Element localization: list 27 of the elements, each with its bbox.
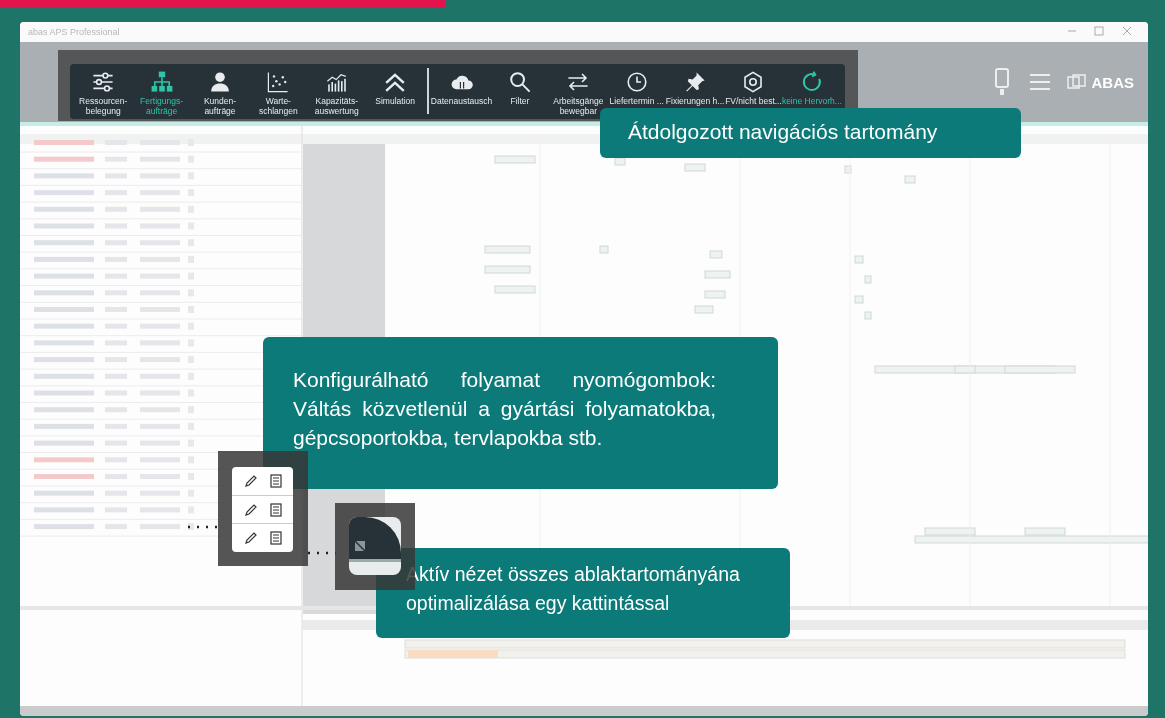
callout-box: Konfigurálható folyamat nyomógombok: Váltás közvetlenül a gyártási folyamatokba, gépcsoportokba, tervlapokba stb. xyxy=(263,337,778,489)
window-title: abas APS Professional xyxy=(28,27,120,37)
toolbar-button[interactable]: Fertigungs- aufträge xyxy=(132,68,191,118)
toolbar-button[interactable]: Kunden- aufträge xyxy=(190,68,250,118)
callout-box: Átdolgozott navigációs tartomány xyxy=(600,108,1021,158)
document-icon[interactable] xyxy=(269,502,282,517)
search-icon xyxy=(507,70,532,94)
toolbar-button[interactable]: Fixierungen h... xyxy=(665,68,725,108)
document-icon[interactable] xyxy=(269,473,282,488)
toolbar-button[interactable]: Warte- schlangen xyxy=(249,68,308,118)
toolbar-button[interactable]: keine Hervorh... xyxy=(782,68,842,108)
sliders-icon xyxy=(91,70,116,94)
toolbar-button[interactable]: Datenaustausch xyxy=(432,68,491,108)
expand-view-tile-icon[interactable] xyxy=(349,517,401,575)
abas-logo: ABAS xyxy=(1067,73,1134,91)
toolbar-button[interactable]: FV/nicht best... xyxy=(724,68,783,108)
org-chart-icon xyxy=(149,70,174,94)
pencil-icon[interactable] xyxy=(243,502,258,517)
scatter-chart-icon xyxy=(266,70,291,94)
pencil-icon[interactable] xyxy=(243,531,258,546)
clock-icon xyxy=(624,70,649,94)
toolbar-button[interactable]: Liefertermin ... xyxy=(607,68,666,108)
toolbar-button[interactable]: Kapazitäts- auswertung xyxy=(307,68,366,118)
toolbar-button[interactable]: Simulation xyxy=(365,68,425,108)
pencil-icon[interactable] xyxy=(243,473,258,488)
toolbar-button[interactable]: Ressourcen- belegung xyxy=(74,68,133,118)
document-icon[interactable] xyxy=(269,531,282,546)
